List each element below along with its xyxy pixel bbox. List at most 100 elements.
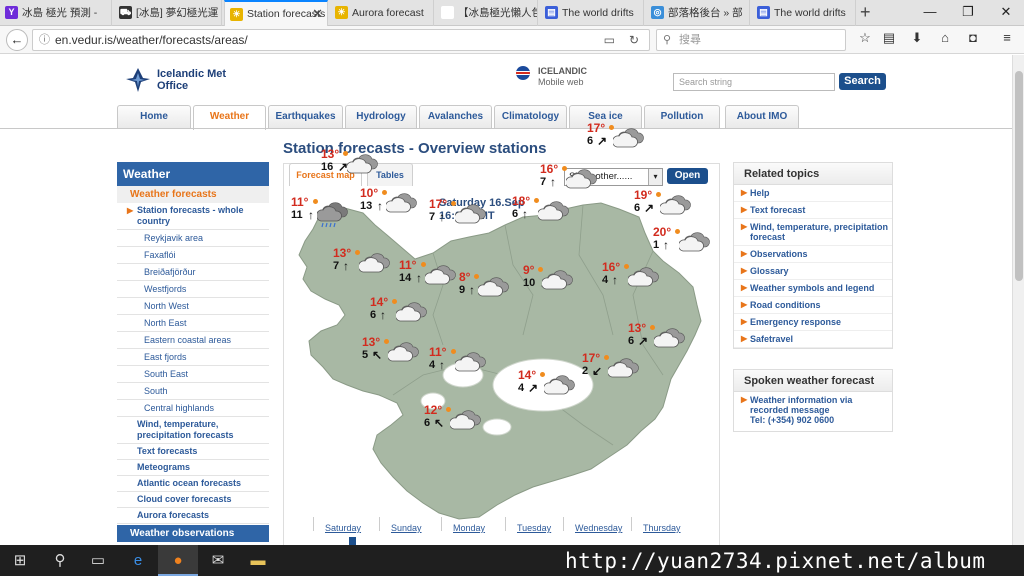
sidebar-item[interactable]: Wind, temperature, precipitation forecas… (117, 417, 269, 444)
star-icon[interactable]: ☆ (856, 30, 874, 46)
station-forecast[interactable]: 9°10↗ (523, 263, 613, 303)
nav-tab-about-imo[interactable]: About IMO (725, 105, 799, 129)
related-topic-link[interactable]: ▶ Weather symbols and legend (734, 280, 892, 297)
nav-tab-weather[interactable]: Weather (193, 105, 266, 130)
station-forecast[interactable]: 20° 1 ↑ (653, 225, 743, 265)
download-icon[interactable]: ⬇ (908, 30, 926, 46)
day-link-tuesday[interactable]: Tuesday (517, 523, 551, 533)
sidebar-item[interactable]: Faxaflói (117, 247, 269, 264)
sidebar-item[interactable]: North East (117, 315, 269, 332)
station-temperature: 17° (582, 351, 601, 365)
sidebar-item[interactable]: Cloud cover forecasts (117, 492, 269, 508)
sidebar-item[interactable]: Central highlands (117, 400, 269, 417)
station-forecast[interactable]: 13° 16 ↗ (321, 147, 411, 187)
related-topic-link[interactable]: ▶ Safetravel (734, 331, 892, 348)
sidebar-item[interactable]: Atlantic ocean forecasts (117, 476, 269, 492)
restore-button[interactable]: ❐ (958, 4, 978, 20)
browser-tab[interactable]: 【冰島極光懶人包】 (436, 0, 538, 26)
sidebar-section-weather-forecasts[interactable]: Weather forecasts (117, 186, 269, 203)
reload-icon[interactable]: ↻ (629, 30, 639, 50)
sidebar-item[interactable]: ▶ Station forecasts - whole country (117, 203, 269, 230)
related-topic-link[interactable]: ▶ Road conditions (734, 297, 892, 314)
close-tab-icon[interactable]: ✕ (312, 2, 323, 26)
reader-view-icon[interactable]: ▭ (604, 30, 615, 50)
browser-tab[interactable]: ◎ 部落格後台 » 部 (646, 0, 750, 26)
imo-logo[interactable]: Icelandic Met Office (125, 65, 235, 93)
page-scrollbar[interactable] (1012, 55, 1024, 545)
nav-tab-earthquakes[interactable]: Earthquakes (268, 105, 343, 129)
browser-tab[interactable]: ☀ Station forecasts ✕ (224, 0, 328, 27)
firefox-icon[interactable]: ● (158, 545, 198, 576)
related-topic-link[interactable]: ▶ Help (734, 185, 892, 202)
library-icon[interactable]: ▤ (880, 30, 898, 46)
related-topic-link[interactable]: ▶ Wind, temperature, precipitation foreca… (734, 219, 892, 246)
nav-tab-avalanches[interactable]: Avalanches (419, 105, 492, 129)
station-forecast[interactable]: 14° 6 ↑ (370, 295, 460, 335)
day-link-wednesday[interactable]: Wednesday (575, 523, 622, 533)
open-button[interactable]: Open (667, 168, 708, 184)
station-forecast[interactable]: 19° 6 ↗ (634, 188, 724, 228)
nav-tab-climatology[interactable]: Climatology (494, 105, 567, 129)
edge-browser-icon[interactable]: e (118, 545, 158, 576)
sidebar-item[interactable]: Text forecasts (117, 444, 269, 460)
station-forecast[interactable]: 12° 6 ↖ (424, 403, 514, 443)
station-forecast[interactable]: 14° 4 ↗ (518, 368, 608, 408)
sidebar-item[interactable]: East fjords (117, 349, 269, 366)
browser-search-box[interactable]: ⚲ 搜尋 (656, 29, 846, 51)
day-link-monday[interactable]: Monday (453, 523, 485, 533)
spoken-forecast-item[interactable]: ▶ Weather information via recorded messa… (734, 392, 892, 431)
pocket-icon[interactable]: ◘ (964, 30, 982, 45)
browser-tab[interactable]: ▤ The world drifts (540, 0, 644, 26)
station-forecast[interactable]: 16° 7 ↑ (540, 162, 630, 202)
sidebar-item[interactable]: Breiðafjörður (117, 264, 269, 281)
windows-start-icon[interactable]: ⊞ (0, 545, 40, 576)
imo-logo-icon (126, 68, 150, 92)
sidebar-title[interactable]: Weather (117, 162, 269, 186)
browser-tab[interactable]: ☀ Aurora forecast (330, 0, 434, 26)
new-tab-button[interactable]: + (860, 2, 871, 23)
related-topic-link[interactable]: ▶ Observations (734, 246, 892, 263)
station-forecast[interactable]: 11° 4 ↑ (429, 345, 519, 385)
sidebar-item[interactable]: Reykjavik area (117, 230, 269, 247)
scrollbar-thumb[interactable] (1015, 71, 1023, 281)
day-link-sunday[interactable]: Sunday (391, 523, 422, 533)
day-link-saturday[interactable]: Saturday (325, 523, 361, 533)
sidebar-item[interactable]: South (117, 383, 269, 400)
sidebar-item[interactable]: Aurora forecasts (117, 508, 269, 524)
browser-tab[interactable]: ⛟ [冰島] 夢幻極光運 (114, 0, 222, 26)
nav-tab-home[interactable]: Home (117, 105, 191, 129)
menu-icon[interactable]: ≡ (998, 30, 1016, 45)
browser-tab[interactable]: Y 冰島 極光 預測 - (0, 0, 112, 26)
site-search-button[interactable]: Search (839, 73, 886, 90)
iceland-forecast-map[interactable]: Saturday 16.Sep 16:00 GMT 13°16↗11°11↑10… (283, 121, 720, 525)
mail-icon[interactable]: ✉ (198, 545, 238, 576)
sidebar-item[interactable]: Meteograms (117, 460, 269, 476)
sidebar-item[interactable]: South East (117, 366, 269, 383)
related-topic-link[interactable]: ▶ Glossary (734, 263, 892, 280)
task-view-icon[interactable]: ▭ (78, 545, 118, 576)
station-forecast[interactable]: 17° 7 ↑ (429, 197, 519, 237)
browser-tab[interactable]: ▤ The world drifts (752, 0, 856, 26)
sidebar-item[interactable]: North West (117, 298, 269, 315)
site-search-input[interactable]: Search string (673, 73, 835, 91)
nav-tab-hydrology[interactable]: Hydrology (345, 105, 417, 129)
sidebar-item[interactable]: Westfjords (117, 281, 269, 298)
day-slider-handle[interactable] (349, 537, 356, 545)
sidebar-item[interactable]: Eastern coastal areas (117, 332, 269, 349)
cortana-search-icon[interactable]: ⚲ (40, 545, 80, 576)
close-window-button[interactable]: ✕ (996, 4, 1016, 20)
cloud-icon (455, 204, 486, 224)
info-icon[interactable]: ⓘ (39, 30, 50, 50)
home-icon[interactable]: ⌂ (936, 30, 954, 45)
station-forecast[interactable]: 17° 6 ↗ (587, 121, 677, 161)
file-explorer-icon[interactable]: ▬ (238, 545, 278, 576)
sidebar-item-label: Cloud cover forecasts (137, 494, 232, 504)
back-button[interactable]: ← (6, 29, 28, 51)
station-forecast[interactable]: 16° 4 ↑ (602, 260, 692, 300)
day-link-thursday[interactable]: Thursday (643, 523, 681, 533)
sidebar-weather-observations[interactable]: Weather observations (117, 525, 269, 542)
related-topic-link[interactable]: ▶ Text forecast (734, 202, 892, 219)
address-bar[interactable]: ⓘ en.vedur.is/weather/forecasts/areas/ ▭… (32, 29, 650, 51)
minimize-button[interactable]: — (920, 4, 940, 19)
related-topic-link[interactable]: ▶ Emergency response (734, 314, 892, 331)
